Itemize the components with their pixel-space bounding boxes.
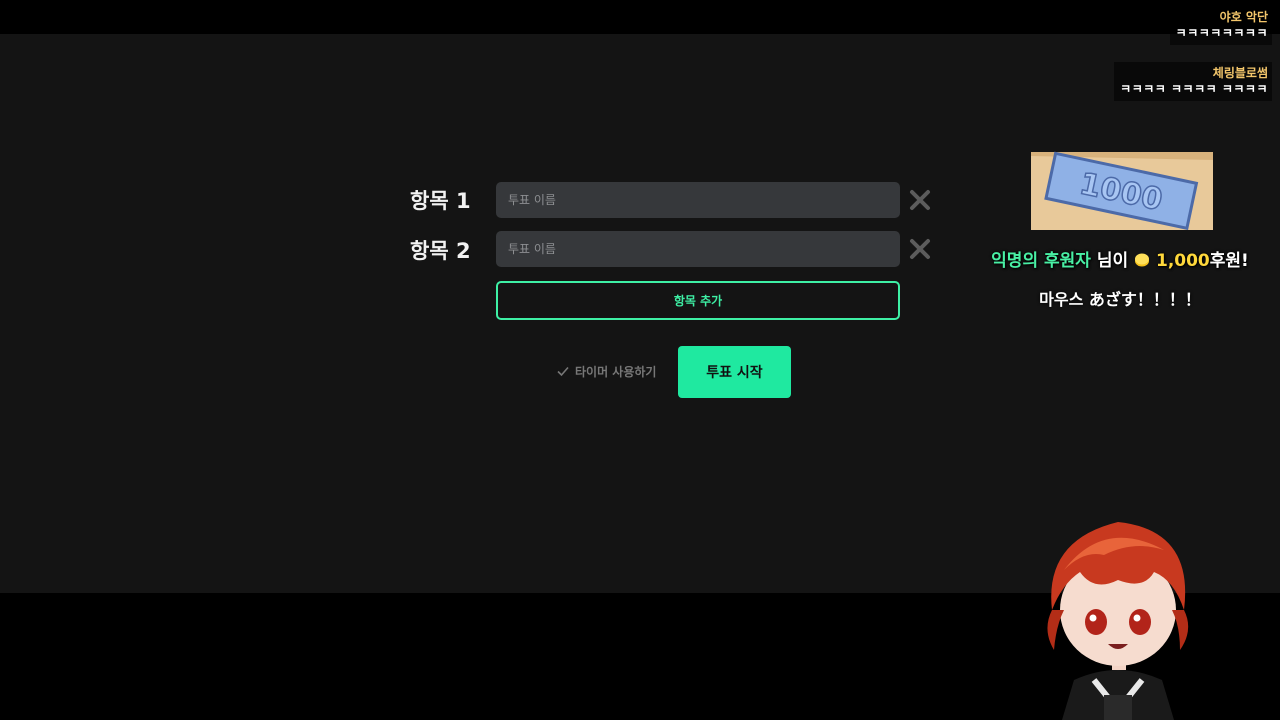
chat-text: ㅋㅋㅋㅋㅋㅋㅋㅋ (1175, 26, 1268, 40)
donation-message: 마우스 あざす！！！！ (1039, 290, 1201, 309)
item-1-input[interactable] (496, 182, 900, 218)
start-vote-button[interactable]: 투표 시작 (678, 346, 791, 398)
add-item-button[interactable]: 항목 추가 (496, 281, 900, 320)
timer-toggle[interactable]: 타이머 사용하기 (556, 362, 656, 380)
close-icon (910, 239, 930, 259)
donation-suffix: 님이 (1096, 251, 1129, 271)
item-1-label: 항목 1 (410, 189, 471, 213)
donation-headline: 익명의 후원자 님이 1,000후원! (960, 246, 1280, 271)
donation-action: 후원! (1209, 251, 1249, 271)
close-icon (910, 190, 930, 210)
chat-message: 야호 악단 ㅋㅋㅋㅋㅋㅋㅋㅋ (1169, 6, 1272, 45)
donation-amount: 1,000 (1155, 251, 1210, 271)
item-2-remove-button[interactable] (906, 235, 934, 263)
chat-username: 야호 악단 (1219, 10, 1268, 24)
streamer-avatar (1047, 522, 1189, 720)
item-1-remove-button[interactable] (906, 186, 934, 214)
donation-bill-image: 1000 (1031, 151, 1213, 230)
chat-text: ㅋㅋㅋㅋ ㅋㅋㅋㅋ ㅋㅋㅋㅋ (1120, 82, 1268, 96)
item-2-input[interactable] (496, 231, 900, 267)
item-2-label: 항목 2 (410, 239, 471, 263)
chat-message: 체링블로썸 ㅋㅋㅋㅋ ㅋㅋㅋㅋ ㅋㅋㅋㅋ (1114, 62, 1272, 101)
chat-username: 체링블로썸 (1212, 66, 1268, 80)
timer-toggle-label: 타이머 사용하기 (575, 364, 657, 379)
coin-icon (1135, 253, 1150, 267)
checkmark-icon (557, 366, 569, 377)
donation-donor: 익명의 후원자 (991, 251, 1091, 271)
